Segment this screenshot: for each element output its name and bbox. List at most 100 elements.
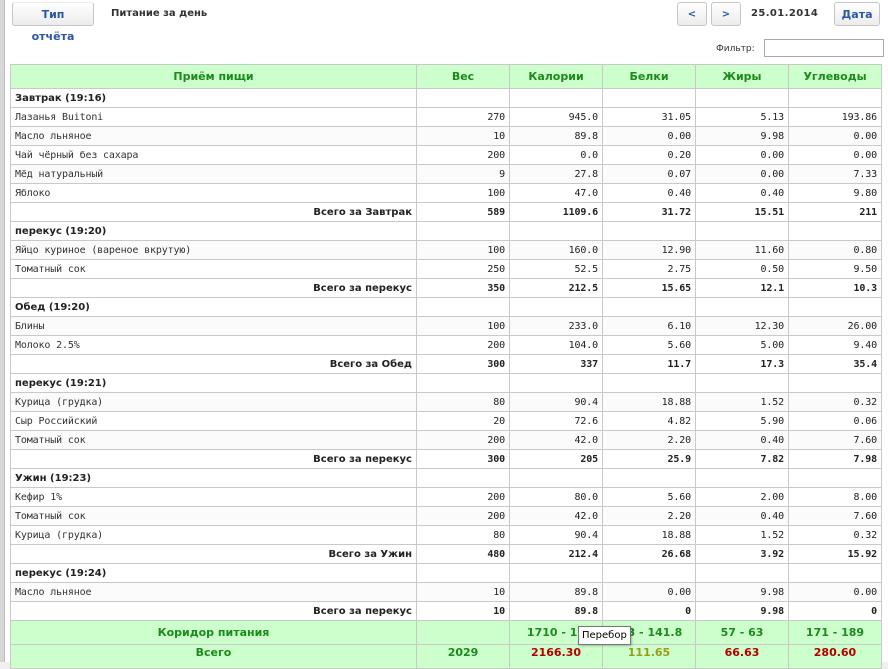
meal-total-row: Всего за Обед 300 337 11.7 17.3 35.4 xyxy=(10,354,882,374)
previous-day-button[interactable]: < xyxy=(677,2,707,26)
column-header-calories[interactable]: Калории xyxy=(509,64,603,89)
date-picker-button[interactable]: Дата xyxy=(834,2,880,26)
meal-header-empty-cell xyxy=(788,563,882,583)
meal-header-empty-cell xyxy=(788,221,882,241)
corridor-label: Коридор питания xyxy=(10,620,417,645)
food-carbs-cell: 9.50 xyxy=(788,259,882,279)
food-calories-cell: 42.0 xyxy=(509,506,603,526)
filter-input[interactable] xyxy=(764,39,884,57)
food-row[interactable]: Чай чёрный без сахара 200 0.0 0.20 0.00 0.00 xyxy=(10,145,882,165)
food-fat-cell: 0.00 xyxy=(695,164,789,184)
food-weight-cell: 200 xyxy=(416,335,510,355)
food-fat-cell: 12.30 xyxy=(695,316,789,336)
food-name-cell: Курица (грудка) xyxy=(10,525,417,545)
food-name-cell: Томатный сок xyxy=(10,506,417,526)
food-row[interactable]: Сыр Российский 20 72.6 4.82 5.90 0.06 xyxy=(10,411,882,431)
meal-title: Завтрак (19:16) xyxy=(10,88,417,108)
food-name-cell: Томатный сок xyxy=(10,259,417,279)
food-fat-cell: 0.00 xyxy=(695,145,789,165)
meal-total-name-cell: Всего за Ужин xyxy=(10,544,417,564)
food-weight-cell: 250 xyxy=(416,259,510,279)
grand-total-label: Всего xyxy=(10,644,417,669)
column-header-protein[interactable]: Белки xyxy=(602,64,696,89)
food-protein-cell: 5.60 xyxy=(602,487,696,507)
food-row[interactable]: Яйцо куриное (вареное вкрутую) 100 160.0 12… xyxy=(10,240,882,260)
grand-total-protein: 111.65 xyxy=(602,644,696,669)
food-calories-cell: 104.0 xyxy=(509,335,603,355)
column-header-weight[interactable]: Вес xyxy=(416,64,510,89)
meal-total-fat-cell: 17.3 xyxy=(695,354,789,374)
food-name-cell: Масло льняное xyxy=(10,582,417,602)
food-row[interactable]: Кефир 1% 200 80.0 5.60 2.00 8.00 xyxy=(10,487,882,507)
meal-total-name-cell: Всего за перекус xyxy=(10,449,417,469)
food-protein-cell: 18.88 xyxy=(602,392,696,412)
column-header-fat[interactable]: Жиры xyxy=(695,64,789,89)
meal-header-empty-cell xyxy=(695,88,789,108)
meal-header-empty-cell xyxy=(509,373,603,393)
food-name-cell: Яблоко xyxy=(10,183,417,203)
food-protein-cell: 12.90 xyxy=(602,240,696,260)
food-calories-cell: 27.8 xyxy=(509,164,603,184)
food-row[interactable]: Томатный сок 200 42.0 2.20 0.40 7.60 xyxy=(10,430,882,450)
column-header-carbs[interactable]: Углеводы xyxy=(788,64,882,89)
food-row[interactable]: Лазанья Buitoni 270 945.0 31.05 5.13 193.86 xyxy=(10,107,882,127)
column-header-meal[interactable]: Приём пищи xyxy=(10,64,417,89)
meal-total-name-cell: Всего за перекус xyxy=(10,278,417,298)
daily-nutrition-report: Тип отчёта Питание за день < > 25.01.201… xyxy=(0,0,888,669)
food-weight-cell: 200 xyxy=(416,430,510,450)
food-row[interactable]: Курица (грудка) 80 90.4 18.88 1.52 0.32 xyxy=(10,525,882,545)
food-carbs-cell: 0.00 xyxy=(788,126,882,146)
food-fat-cell: 2.00 xyxy=(695,487,789,507)
corridor-weight xyxy=(416,620,510,645)
meal-header-empty-cell xyxy=(695,373,789,393)
food-row[interactable]: Яблоко 100 47.0 0.40 0.40 9.80 xyxy=(10,183,882,203)
food-carbs-cell: 0.00 xyxy=(788,145,882,165)
food-row[interactable]: Молоко 2.5% 200 104.0 5.60 5.00 9.40 xyxy=(10,335,882,355)
food-fat-cell: 5.00 xyxy=(695,335,789,355)
food-fat-cell: 1.52 xyxy=(695,525,789,545)
meal-total-carbs-cell: 35.4 xyxy=(788,354,882,374)
meal-header-empty-cell xyxy=(416,297,510,317)
meal-header-empty-cell xyxy=(788,468,882,488)
food-calories-cell: 72.6 xyxy=(509,411,603,431)
meal-title: Ужин (19:23) xyxy=(10,468,417,488)
report-type-button[interactable]: Тип отчёта xyxy=(12,2,94,43)
meal-header-empty-cell xyxy=(788,88,882,108)
meal-header-empty-cell xyxy=(602,221,696,241)
food-protein-cell: 2.75 xyxy=(602,259,696,279)
meal-header-empty-cell xyxy=(602,468,696,488)
meal-total-row: Всего за Ужин 480 212.4 26.68 3.92 15.92 xyxy=(10,544,882,564)
meal-header-empty-cell xyxy=(509,468,603,488)
food-calories-cell: 945.0 xyxy=(509,107,603,127)
food-fat-cell: 5.13 xyxy=(695,107,789,127)
meal-header-empty-cell xyxy=(416,88,510,108)
meal-total-carbs-cell: 211 xyxy=(788,202,882,222)
meal-header-empty-cell xyxy=(695,221,789,241)
meal-total-calories-cell: 1109.6 xyxy=(509,202,603,222)
food-weight-cell: 10 xyxy=(416,582,510,602)
meal-total-calories-cell: 337 xyxy=(509,354,603,374)
food-protein-cell: 0.40 xyxy=(602,183,696,203)
meal-header-empty-cell xyxy=(788,373,882,393)
toolbar: Тип отчёта Питание за день < > 25.01.201… xyxy=(0,0,888,43)
food-name-cell: Молоко 2.5% xyxy=(10,335,417,355)
meal-total-carbs-cell: 10.3 xyxy=(788,278,882,298)
meal-title: перекус (19:24) xyxy=(10,563,417,583)
grand-total-calories: 2166.30 xyxy=(509,644,603,669)
grand-total-weight: 2029 xyxy=(416,644,510,669)
meal-header-row: Ужин (19:23) xyxy=(10,468,882,488)
next-day-button[interactable]: > xyxy=(711,2,741,26)
meal-header-row: Завтрак (19:16) xyxy=(10,88,882,108)
meal-total-name-cell: Всего за перекус xyxy=(10,601,417,621)
food-row[interactable]: Курица (грудка) 80 90.4 18.88 1.52 0.32 xyxy=(10,392,882,412)
meal-total-protein-cell: 31.72 xyxy=(602,202,696,222)
food-name-cell: Курица (грудка) xyxy=(10,392,417,412)
food-row[interactable]: Мёд натуральный 9 27.8 0.07 0.00 7.33 xyxy=(10,164,882,184)
food-row[interactable]: Масло льняное 10 89.8 0.00 9.98 0.00 xyxy=(10,126,882,146)
food-row[interactable]: Масло льняное 10 89.8 0.00 9.98 0.00 xyxy=(10,582,882,602)
food-row[interactable]: Томатный сок 200 42.0 2.20 0.40 7.60 xyxy=(10,506,882,526)
food-row[interactable]: Томатный сок 250 52.5 2.75 0.50 9.50 xyxy=(10,259,882,279)
meal-total-protein-cell: 25.9 xyxy=(602,449,696,469)
meal-total-carbs-cell: 7.98 xyxy=(788,449,882,469)
food-row[interactable]: Блины 100 233.0 6.10 12.30 26.00 xyxy=(10,316,882,336)
